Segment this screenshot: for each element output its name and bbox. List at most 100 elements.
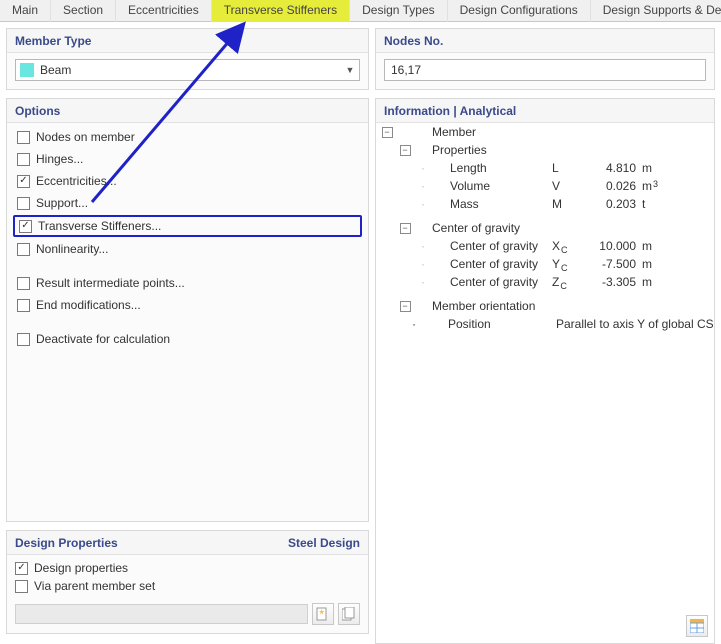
- tree-row-cog[interactable]: − Center of gravity: [376, 219, 714, 237]
- tree-label: Properties: [432, 143, 684, 157]
- prop-unit: m: [642, 257, 684, 271]
- tab-main[interactable]: Main: [0, 0, 51, 22]
- member-type-value: Beam: [40, 63, 71, 77]
- option-label: End modifications...: [36, 298, 141, 312]
- tree-label: Center of gravity: [432, 221, 684, 235]
- document-star-icon: [316, 607, 330, 621]
- option-transverse-stiffeners[interactable]: ✓ Transverse Stiffeners...: [13, 215, 362, 237]
- prop-unit: m: [642, 161, 684, 175]
- prop-value: Parallel to axis Y of global CS: [520, 317, 714, 331]
- collapse-icon[interactable]: −: [400, 223, 411, 234]
- checkbox-icon: ✓: [15, 562, 28, 575]
- tab-bar: Main Section Eccentricities Transverse S…: [0, 0, 721, 22]
- option-nodes-on-member[interactable]: Nodes on member: [15, 129, 360, 145]
- tree-row: · Center of gravity XC 10.000 m: [376, 237, 714, 255]
- via-parent-member-set-checkbox[interactable]: Via parent member set: [15, 579, 360, 593]
- prop-value: 4.810: [588, 161, 642, 175]
- member-type-select[interactable]: Beam ▼: [15, 59, 360, 81]
- prop-symbol: ZC: [552, 275, 588, 289]
- checkbox-icon: [17, 197, 30, 210]
- document-copy-icon: [342, 607, 356, 621]
- option-end-modifications[interactable]: End modifications...: [15, 297, 360, 313]
- checkbox-icon: [17, 243, 30, 256]
- design-properties-label: Design properties: [34, 561, 128, 575]
- via-parent-label: Via parent member set: [34, 579, 155, 593]
- design-properties-checkbox[interactable]: ✓ Design properties: [15, 561, 360, 575]
- checkbox-icon: [17, 277, 30, 290]
- options-header: Options: [7, 99, 368, 123]
- prop-symbol: L: [552, 161, 588, 175]
- tab-eccentricities[interactable]: Eccentricities: [116, 0, 212, 22]
- prop-unit: m: [642, 275, 684, 289]
- prop-name: Mass: [450, 197, 552, 211]
- prop-symbol: V: [552, 179, 588, 193]
- information-header: Information | Analytical: [376, 99, 714, 123]
- option-deactivate-for-calculation[interactable]: Deactivate for calculation: [15, 331, 360, 347]
- prop-symbol: XC: [552, 239, 588, 253]
- option-support[interactable]: Support...: [15, 195, 360, 211]
- checkbox-icon: [17, 299, 30, 312]
- copy-item-button[interactable]: [338, 603, 360, 625]
- tree-row-properties[interactable]: − Properties: [376, 141, 714, 159]
- tab-design-supports-deflection[interactable]: Design Supports & Deflection: [591, 0, 721, 22]
- prop-name: Center of gravity: [450, 257, 552, 271]
- option-eccentricities[interactable]: ✓ Eccentricities...: [15, 173, 360, 189]
- collapse-icon[interactable]: −: [382, 127, 393, 138]
- tree-label: Member orientation: [432, 299, 684, 313]
- tab-section[interactable]: Section: [51, 0, 116, 22]
- option-label: Support...: [36, 196, 88, 210]
- design-discipline-label: Steel Design: [288, 536, 360, 550]
- chevron-down-icon: ▼: [341, 60, 359, 80]
- prop-name: Center of gravity: [450, 239, 552, 253]
- option-label: Nonlinearity...: [36, 242, 108, 256]
- nodes-header: Nodes No.: [376, 29, 714, 53]
- option-label: Deactivate for calculation: [36, 332, 170, 346]
- tree-row: · Mass M 0.203 t: [376, 195, 714, 213]
- new-item-button[interactable]: [312, 603, 334, 625]
- option-hinges[interactable]: Hinges...: [15, 151, 360, 167]
- tree-label: Member: [432, 125, 684, 139]
- prop-symbol: YC: [552, 257, 588, 271]
- design-properties-panel: Design Properties Steel Design ✓ Design …: [6, 530, 369, 634]
- tab-transverse-stiffeners[interactable]: Transverse Stiffeners: [212, 0, 350, 22]
- option-label: Eccentricities...: [36, 174, 117, 188]
- prop-unit: m: [642, 239, 684, 253]
- tree-row-member[interactable]: − Member: [376, 123, 714, 141]
- option-label: Result intermediate points...: [36, 276, 185, 290]
- tree-row: · Center of gravity ZC -3.305 m: [376, 273, 714, 291]
- information-panel: Information | Analytical − Member −: [375, 98, 715, 644]
- design-properties-header: Design Properties: [15, 536, 118, 550]
- prop-unit: t: [642, 197, 684, 211]
- checkbox-icon: [17, 153, 30, 166]
- tab-design-configurations[interactable]: Design Configurations: [448, 0, 591, 22]
- prop-name: Position: [448, 317, 520, 331]
- option-result-intermediate-points[interactable]: Result intermediate points...: [15, 275, 360, 291]
- prop-name: Length: [450, 161, 552, 175]
- prop-unit: m3: [642, 179, 684, 193]
- tab-design-types[interactable]: Design Types: [350, 0, 448, 22]
- table-color-icon: [690, 619, 704, 633]
- prop-name: Volume: [450, 179, 552, 193]
- nodes-panel: Nodes No.: [375, 28, 715, 90]
- checkbox-icon: [17, 131, 30, 144]
- prop-value: 0.026: [588, 179, 642, 193]
- option-nonlinearity[interactable]: Nonlinearity...: [15, 241, 360, 257]
- tree-row: · Length L 4.810 m: [376, 159, 714, 177]
- options-panel: Options Nodes on member Hinges... ✓: [6, 98, 369, 522]
- tree-row: · Position Parallel to axis Y of global …: [376, 315, 714, 333]
- collapse-icon[interactable]: −: [400, 145, 411, 156]
- checkbox-icon: [17, 333, 30, 346]
- prop-name: Center of gravity: [450, 275, 552, 289]
- option-label: Transverse Stiffeners...: [38, 219, 161, 233]
- collapse-icon[interactable]: −: [400, 301, 411, 312]
- option-label: Nodes on member: [36, 130, 135, 144]
- checkbox-icon: ✓: [17, 175, 30, 188]
- table-settings-button[interactable]: [686, 615, 708, 637]
- prop-value: 10.000: [588, 239, 642, 253]
- option-label: Hinges...: [36, 152, 83, 166]
- member-type-header: Member Type: [7, 29, 368, 53]
- tree-row: · Center of gravity YC -7.500 m: [376, 255, 714, 273]
- design-properties-input[interactable]: [15, 604, 308, 624]
- tree-row-orientation[interactable]: − Member orientation: [376, 297, 714, 315]
- nodes-input[interactable]: [384, 59, 706, 81]
